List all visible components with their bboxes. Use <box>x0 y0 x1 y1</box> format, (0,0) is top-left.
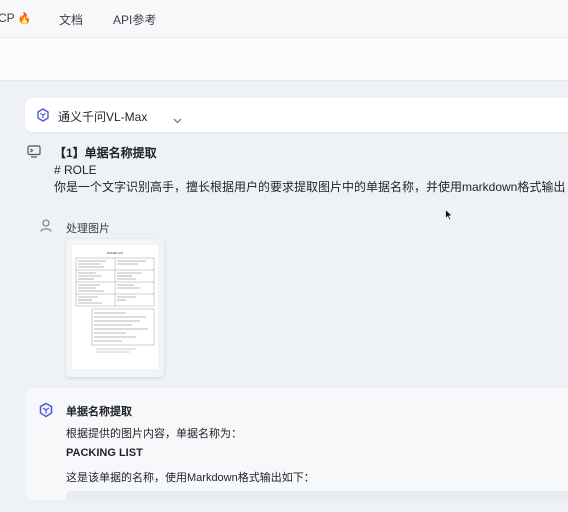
uploaded-image-thumbnail[interactable]: PACKING LIST <box>66 239 164 377</box>
user-icon <box>40 219 52 237</box>
model-name: 通义千问VL-Max <box>58 110 148 124</box>
system-prompt-title: 【1】单据名称提取 <box>54 146 157 160</box>
nav-item-cp-label: CP <box>0 11 15 25</box>
system-prompt: 【1】单据名称提取 # ROLE 你是一个文字识别高手，擅长根据用户的要求提取图… <box>54 145 565 196</box>
model-selector[interactable]: 通义千问VL-Max <box>25 98 568 132</box>
system-prompt-role-heading: # ROLE <box>54 163 97 177</box>
chevron-down-icon[interactable] <box>173 111 182 129</box>
assistant-reply-title: 单据名称提取 <box>66 406 132 418</box>
nav-item-docs[interactable]: 文档 <box>59 11 83 28</box>
model-logo-icon <box>36 108 50 127</box>
user-message-label: 处理图片 <box>66 223 110 235</box>
nav-item-api-reference[interactable]: API参考 <box>113 11 156 28</box>
image-title-text: PACKING LIST <box>107 252 124 255</box>
system-prompt-icon <box>27 145 41 163</box>
assistant-reply-intro: 根据提供的图片内容，单据名称为： <box>66 428 242 440</box>
assistant-reply-document-name: PACKING LIST <box>66 447 143 459</box>
toolbar-area <box>0 38 568 81</box>
system-prompt-body: 你是一个文字识别高手，擅长根据用户的要求提取图片中的单据名称，并使用markdo… <box>54 180 566 194</box>
assistant-logo-icon <box>38 402 54 423</box>
markdown-code-block <box>66 491 568 501</box>
assistant-reply-markdown-note: 这是该单据的名称，使用Markdown格式输出如下： <box>66 472 315 484</box>
top-navigation: CP 🔥 文档 API参考 <box>0 0 568 38</box>
assistant-reply: 单据名称提取 根据提供的图片内容，单据名称为： PACKING LIST 这是该… <box>25 388 568 501</box>
mouse-cursor-icon <box>445 208 454 226</box>
nav-item-cp[interactable]: CP 🔥 <box>0 11 32 25</box>
fire-icon: 🔥 <box>17 13 32 25</box>
